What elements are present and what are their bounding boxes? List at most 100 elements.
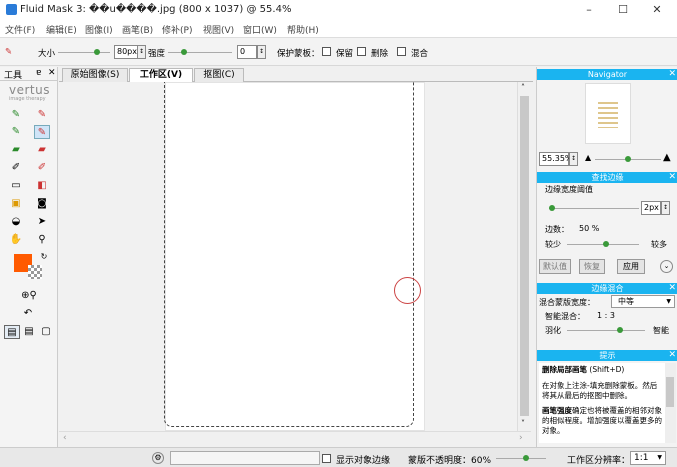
delete-fill-icon[interactable]: ▰ <box>34 143 50 157</box>
delete-checkbox[interactable] <box>357 47 366 56</box>
zoom-in-icon[interactable]: ▲ <box>663 152 671 163</box>
tips-scroll-thumb[interactable] <box>666 377 674 407</box>
patch-icon[interactable]: ▣ <box>8 197 24 211</box>
edge-close-icon[interactable]: ✕ <box>668 172 676 183</box>
keep-brush-icon[interactable]: ✎ <box>8 108 24 122</box>
pin-icon[interactable]: ɐ <box>36 68 41 78</box>
status-bar: ⚙ 显示对象边缘 蒙版不透明度：60% 工作区分辨率： 1:1 ▼ <box>0 447 677 467</box>
settings-icon[interactable]: ⚙ <box>152 452 164 464</box>
blend-width-label: 混合蒙版宽度： <box>539 298 595 307</box>
view-mode-2-icon[interactable]: ▤ <box>21 325 37 339</box>
keep-checkbox[interactable] <box>322 47 331 56</box>
keep-fill-icon[interactable]: ▰ <box>8 143 24 157</box>
blend-width-select[interactable]: 中等 ▼ <box>611 295 675 308</box>
menu-edit[interactable]: 编辑(E) <box>46 23 77 36</box>
blend-width-value: 中等 <box>618 297 634 306</box>
tab-cutout[interactable]: 抠图(C) <box>194 68 244 82</box>
menu-window[interactable]: 窗口(W) <box>243 23 277 36</box>
edge-count-slider-thumb[interactable] <box>603 241 609 247</box>
workspace-canvas[interactable] <box>59 82 517 431</box>
delete-brush-icon[interactable]: ✎ <box>34 108 50 122</box>
size-slider[interactable] <box>58 49 110 55</box>
delete-local-brush-icon[interactable]: ✎ <box>34 125 50 139</box>
mask-opacity-slider[interactable] <box>496 455 546 461</box>
color-picker-icon[interactable]: ◧ <box>34 179 50 193</box>
pointer-icon[interactable]: ➤ <box>34 215 50 229</box>
close-button[interactable]: ✕ <box>640 0 674 20</box>
view-mode-3-icon[interactable]: ▢ <box>38 325 54 339</box>
threshold-slider-thumb[interactable] <box>549 205 555 211</box>
show-edges-checkbox[interactable] <box>322 454 331 463</box>
tab-original[interactable]: 原始图像(S) <box>62 68 128 82</box>
brush-toolbar: ✎ 大小 80px ↕ 强度 0 ↕ 保护蒙板： 保留 删除 混合 <box>0 38 677 66</box>
zoom-slider[interactable] <box>595 156 661 162</box>
apply-button[interactable]: 应用 <box>617 259 645 274</box>
tools-header: 工具 ɐ ✕ <box>0 67 58 81</box>
scroll-down-icon[interactable]: ˅ <box>521 419 525 428</box>
menu-help[interactable]: 帮助(H) <box>287 23 319 36</box>
restore-button[interactable]: 恢复 <box>579 259 605 274</box>
scroll-up-icon[interactable]: ˄ <box>521 83 525 92</box>
expand-icon[interactable]: ⌄ <box>660 260 673 273</box>
threshold-slider[interactable] <box>549 205 639 211</box>
minimize-button[interactable]: – <box>572 0 606 20</box>
menu-file[interactable]: 文件(F) <box>5 23 35 36</box>
view-mode-1-icon[interactable]: ▤ <box>4 325 20 339</box>
view-tabs: 原始图像(S) 工作区(V) 抠图(C) <box>59 67 533 82</box>
rect-select-icon[interactable]: ▭ <box>8 179 24 193</box>
vertus-logo: vertus <box>9 83 50 97</box>
mask-opacity-thumb[interactable] <box>523 455 529 461</box>
mix-checkbox[interactable] <box>397 47 406 56</box>
feather-label: 羽化 <box>545 326 561 335</box>
blend-header: 边缘混合 ✕ <box>537 283 677 294</box>
zoom-input[interactable]: 55.35% <box>539 152 573 166</box>
threshold-spinner[interactable]: ↕ <box>661 201 670 215</box>
smudge-icon[interactable]: ◒ <box>8 215 24 229</box>
menu-brush[interactable]: 画笔(B) <box>122 23 153 36</box>
edge-count-slider[interactable] <box>567 241 639 247</box>
vertical-scroll-thumb[interactable] <box>520 96 529 416</box>
tips-close-icon[interactable]: ✕ <box>668 350 676 361</box>
scroll-right-icon[interactable]: › <box>519 433 523 443</box>
navigator-close-icon[interactable]: ✕ <box>668 69 676 80</box>
camera-icon[interactable]: ◙ <box>34 197 50 211</box>
menu-view[interactable]: 视图(V) <box>203 23 234 36</box>
scroll-left-icon[interactable]: ‹ <box>63 433 67 443</box>
blend-title: 边缘混合 <box>591 284 624 293</box>
horizontal-scrollbar[interactable]: ‹ › <box>59 431 531 445</box>
tab-workspace[interactable]: 工作区(V) <box>129 68 193 82</box>
smart-blend-label: 智能混合： <box>545 312 585 321</box>
zoom-icon[interactable]: ⚲ <box>34 233 50 247</box>
vertical-scrollbar[interactable]: ˄ ˅ <box>517 82 531 431</box>
strength-slider-thumb[interactable] <box>181 49 187 55</box>
navigator-thumbnail[interactable] <box>585 83 631 144</box>
size-spinner[interactable]: ↕ <box>137 45 146 59</box>
background-color-swatch[interactable] <box>28 265 42 279</box>
strength-slider[interactable] <box>168 49 232 55</box>
blend-close-icon[interactable]: ✕ <box>668 283 676 294</box>
zoom-slider-thumb[interactable] <box>625 156 631 162</box>
maximize-button[interactable]: ☐ <box>606 0 640 20</box>
threshold-input[interactable]: 2px <box>641 201 661 215</box>
size-slider-thumb[interactable] <box>94 49 100 55</box>
menu-patch[interactable]: 修补(P) <box>162 23 192 36</box>
resolution-select[interactable]: 1:1 ▼ <box>630 451 666 465</box>
reset-icon[interactable]: ↶ <box>20 307 36 321</box>
tips-scrollbar[interactable] <box>665 363 676 443</box>
hand-icon[interactable]: ✋ <box>8 233 24 247</box>
keep-local-brush-icon[interactable]: ✎ <box>8 125 24 139</box>
strength-spinner[interactable]: ↕ <box>257 45 266 59</box>
tools-close-icon[interactable]: ✕ <box>48 68 56 78</box>
zoom-out-icon[interactable]: ▲ <box>585 153 591 162</box>
swap-colors-icon[interactable]: ↻ <box>36 250 52 264</box>
strength-input[interactable]: 0 <box>237 45 257 59</box>
default-button[interactable]: 默认值 <box>539 259 571 274</box>
blend-brush-icon[interactable]: ✐ <box>8 161 24 175</box>
exact-brush-icon[interactable]: ✐ <box>34 161 50 175</box>
feather-slider[interactable] <box>567 327 645 333</box>
menu-image[interactable]: 图像(I) <box>85 23 113 36</box>
zoom-spinner[interactable]: ↕ <box>569 152 578 166</box>
feather-slider-thumb[interactable] <box>617 327 623 333</box>
zoom-fit-icon[interactable]: ⊕⚲ <box>16 289 42 303</box>
size-input[interactable]: 80px <box>114 45 138 59</box>
